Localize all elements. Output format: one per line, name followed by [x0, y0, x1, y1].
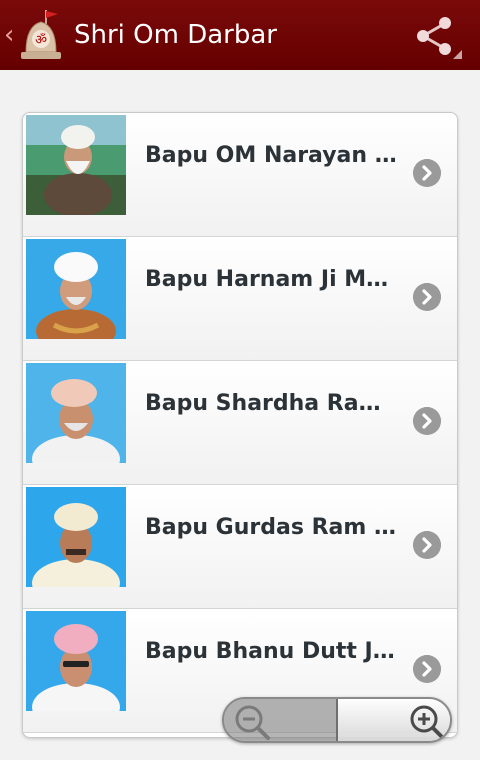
- zoom-in-icon: [410, 705, 444, 739]
- portrait-white-turban-icon: [26, 239, 126, 339]
- chevron-right-circle-icon[interactable]: [413, 531, 441, 559]
- list-item-title: Bapu Shardha Ram Ji…: [145, 391, 401, 416]
- zoom-out-icon: [235, 705, 270, 740]
- portrait-white-turban-icon: [26, 115, 126, 215]
- app-title: Shri Om Darbar: [74, 20, 277, 50]
- chevron-left-icon[interactable]: ‹: [4, 22, 14, 48]
- action-bar: ‹ ॐ Shri Om Darbar: [0, 0, 480, 70]
- portrait-cream-turban-icon: [26, 487, 126, 587]
- svg-text:ॐ: ॐ: [35, 33, 47, 48]
- zoom-control: [222, 697, 452, 743]
- list-item-title: Bapu Bhanu Dutt Ji M…: [145, 639, 401, 664]
- list-item-title: Bapu Gurdas Ram Ji …: [145, 515, 401, 540]
- chevron-right-circle-icon[interactable]: [413, 283, 441, 311]
- list-item-title: Bapu OM Narayan Du…: [145, 143, 401, 168]
- saints-list: Bapu OM Narayan Du… Bapu Harnam Ji Mah…: [22, 112, 458, 738]
- chevron-right-circle-icon[interactable]: [413, 159, 441, 187]
- portrait-pink-turban-icon: [26, 363, 126, 463]
- chevron-right-circle-icon[interactable]: [413, 655, 441, 683]
- list-item[interactable]: Bapu Harnam Ji Mah…: [23, 237, 457, 361]
- list-item-title: Bapu Harnam Ji Mah…: [145, 267, 401, 292]
- chevron-right-circle-icon[interactable]: [413, 407, 441, 435]
- portrait-pink-turban-icon: [26, 611, 126, 711]
- temple-om-icon[interactable]: ॐ: [16, 8, 66, 62]
- zoom-out-button[interactable]: [224, 699, 338, 741]
- list-item[interactable]: Bapu OM Narayan Du…: [23, 113, 457, 237]
- list-item[interactable]: Bapu Shardha Ram Ji…: [23, 361, 457, 485]
- zoom-in-button[interactable]: [338, 699, 450, 741]
- list-item[interactable]: Bapu Gurdas Ram Ji …: [23, 485, 457, 609]
- overflow-indicator: [453, 50, 462, 59]
